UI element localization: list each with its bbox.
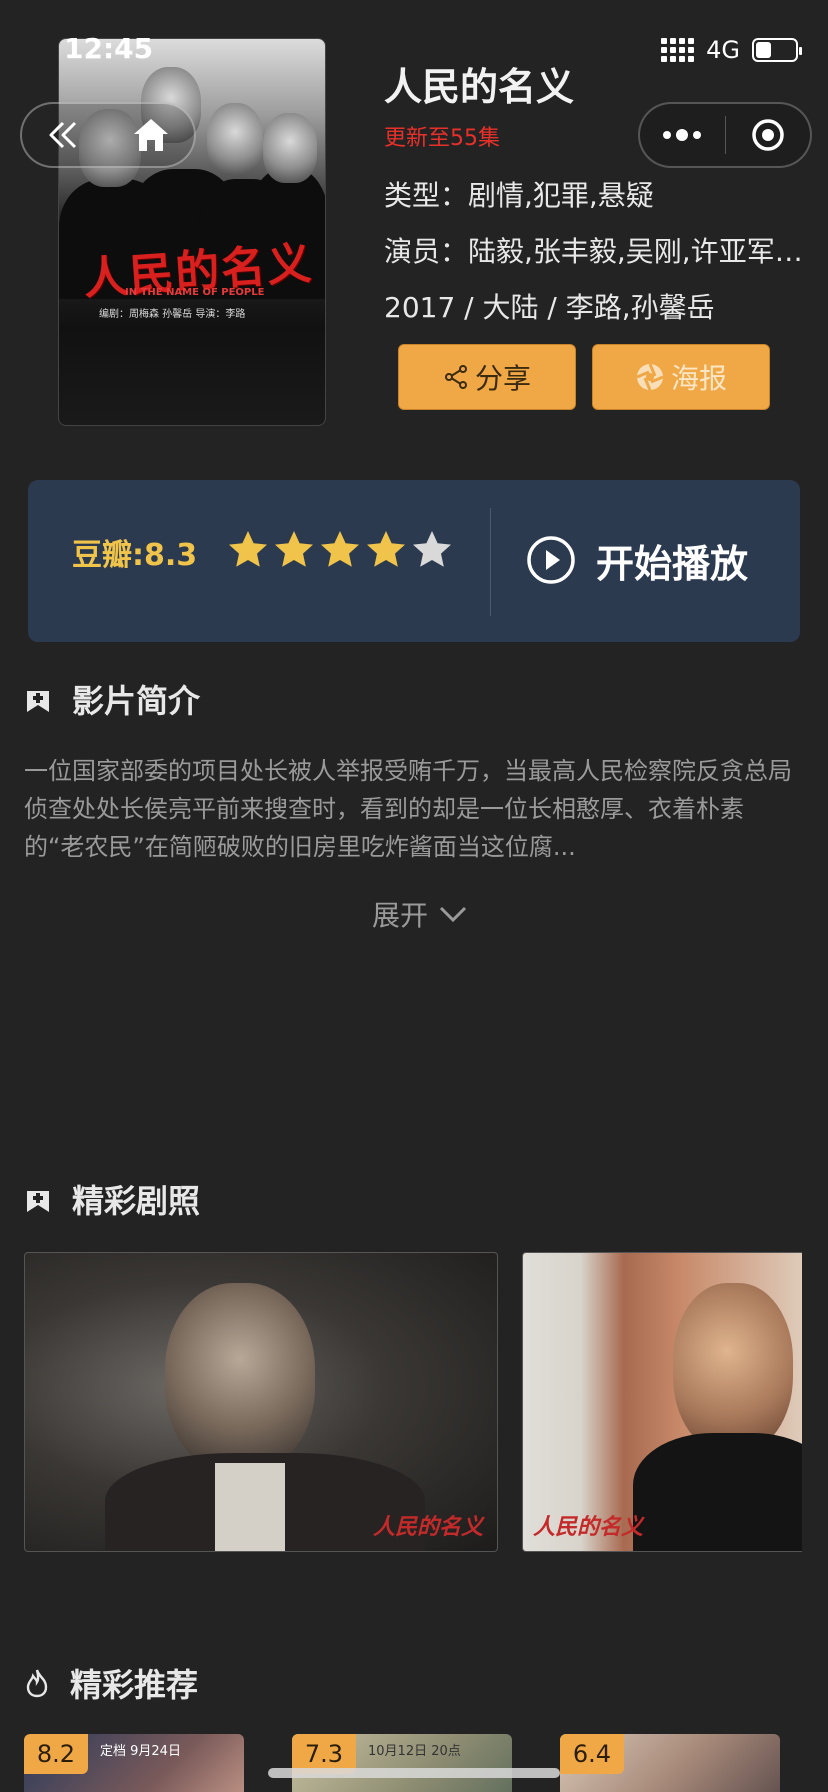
cast-line: 演员：陆毅,张丰毅,吴刚,许亚军,张志坚 bbox=[384, 235, 804, 264]
status-time: 12:45 bbox=[64, 32, 154, 65]
network-type: 4G bbox=[706, 36, 740, 64]
meta-line: 2017 / 大陆 / 李路,孙馨岳 bbox=[384, 291, 715, 320]
expand-label: 展开 bbox=[372, 899, 429, 932]
star-filled-icon bbox=[367, 531, 405, 567]
movie-info: 人民的名义 更新至55集 类型：剧情,犯罪,悬疑 演员：陆毅,张丰毅,吴刚,许亚… bbox=[384, 56, 804, 320]
battery-icon bbox=[752, 38, 802, 62]
home-indicator[interactable] bbox=[268, 1768, 560, 1778]
stills-title: 精彩剧照 bbox=[72, 1182, 201, 1220]
fire-icon bbox=[26, 1669, 48, 1698]
recommend-title: 精彩推荐 bbox=[70, 1666, 199, 1704]
more-icon bbox=[663, 129, 702, 141]
poster-button[interactable]: 海报 bbox=[592, 344, 770, 410]
recommend-heading: 精彩推荐 bbox=[24, 1660, 198, 1706]
chevron-down-icon bbox=[439, 906, 467, 923]
stills-heading: 精彩剧照 bbox=[24, 1176, 200, 1222]
star-filled-icon bbox=[321, 531, 359, 567]
share-icon bbox=[444, 365, 467, 389]
more-button[interactable] bbox=[640, 104, 725, 166]
still-watermark: 人民的名义 bbox=[372, 1514, 483, 1540]
expand-button[interactable]: 展开 bbox=[372, 894, 468, 934]
movie-poster[interactable]: 人民的名义 IN THE NAME OF PEOPLE 编剧：周梅森 孙馨岳 导… bbox=[58, 38, 326, 426]
rating-card: 豆瓣:8.3 开始播放 bbox=[28, 480, 800, 642]
play-label: 开始播放 bbox=[596, 541, 749, 586]
aperture-icon bbox=[636, 363, 664, 391]
home-icon[interactable] bbox=[131, 116, 171, 154]
target-icon bbox=[752, 119, 784, 151]
nav-capsule-left bbox=[20, 102, 196, 168]
nav-capsule-right bbox=[638, 102, 812, 168]
genre-line: 类型：剧情,犯罪,悬疑 bbox=[384, 179, 654, 208]
share-label: 分享 bbox=[474, 362, 531, 395]
recommend-score: 8.2 bbox=[24, 1734, 88, 1774]
star-filled-icon bbox=[275, 531, 313, 567]
stills-carousel[interactable]: 人民的名义 人民的名义 bbox=[24, 1252, 802, 1552]
recommend-score: 6.4 bbox=[560, 1734, 624, 1774]
recommend-item[interactable]: 6.4 bbox=[560, 1734, 780, 1792]
star-filled-icon bbox=[229, 531, 267, 567]
action-buttons: 分享 海报 bbox=[398, 344, 770, 410]
synopsis-heading: 影片简介 bbox=[24, 676, 200, 722]
recommend-item[interactable]: 8.2 定档 9月24日 bbox=[24, 1734, 244, 1792]
recommend-item[interactable]: 7.3 10月12日 20点 bbox=[292, 1734, 512, 1792]
play-button[interactable]: 开始播放 bbox=[516, 514, 758, 606]
signal-icon bbox=[661, 38, 695, 62]
still-image[interactable]: 人民的名义 bbox=[24, 1252, 498, 1552]
douban-rating: 豆瓣:8.3 bbox=[72, 538, 198, 573]
play-icon bbox=[527, 536, 575, 584]
recommend-tag: 定档 9月24日 bbox=[100, 1744, 181, 1759]
bookmark-icon bbox=[26, 687, 50, 712]
status-indicators: 4G bbox=[661, 36, 802, 64]
poster-credits: 编剧：周梅森 孙馨岳 导演：李路 bbox=[99, 309, 246, 320]
share-button[interactable]: 分享 bbox=[398, 344, 576, 410]
synopsis-title: 影片简介 bbox=[72, 682, 201, 720]
still-watermark: 人民的名义 bbox=[533, 1514, 644, 1540]
star-empty-icon bbox=[413, 531, 451, 567]
back-icon[interactable] bbox=[45, 119, 85, 151]
synopsis-text: 一位国家部委的项目处长被人举报受贿千万，当最高人民检察院反贪总局侦查处处长侯亮平… bbox=[24, 757, 792, 861]
recommend-tag: 10月12日 20点 bbox=[368, 1744, 461, 1759]
still-image[interactable]: 人民的名义 bbox=[522, 1252, 802, 1552]
poster-label: 海报 bbox=[670, 362, 727, 395]
bookmark-icon bbox=[26, 1187, 50, 1212]
recommend-list: 8.2 定档 9月24日 7.3 10月12日 20点 6.4 bbox=[24, 1734, 804, 1792]
poster-title-en: IN THE NAME OF PEOPLE bbox=[125, 287, 265, 298]
star-rating bbox=[226, 528, 454, 572]
close-miniapp-button[interactable] bbox=[726, 104, 811, 166]
